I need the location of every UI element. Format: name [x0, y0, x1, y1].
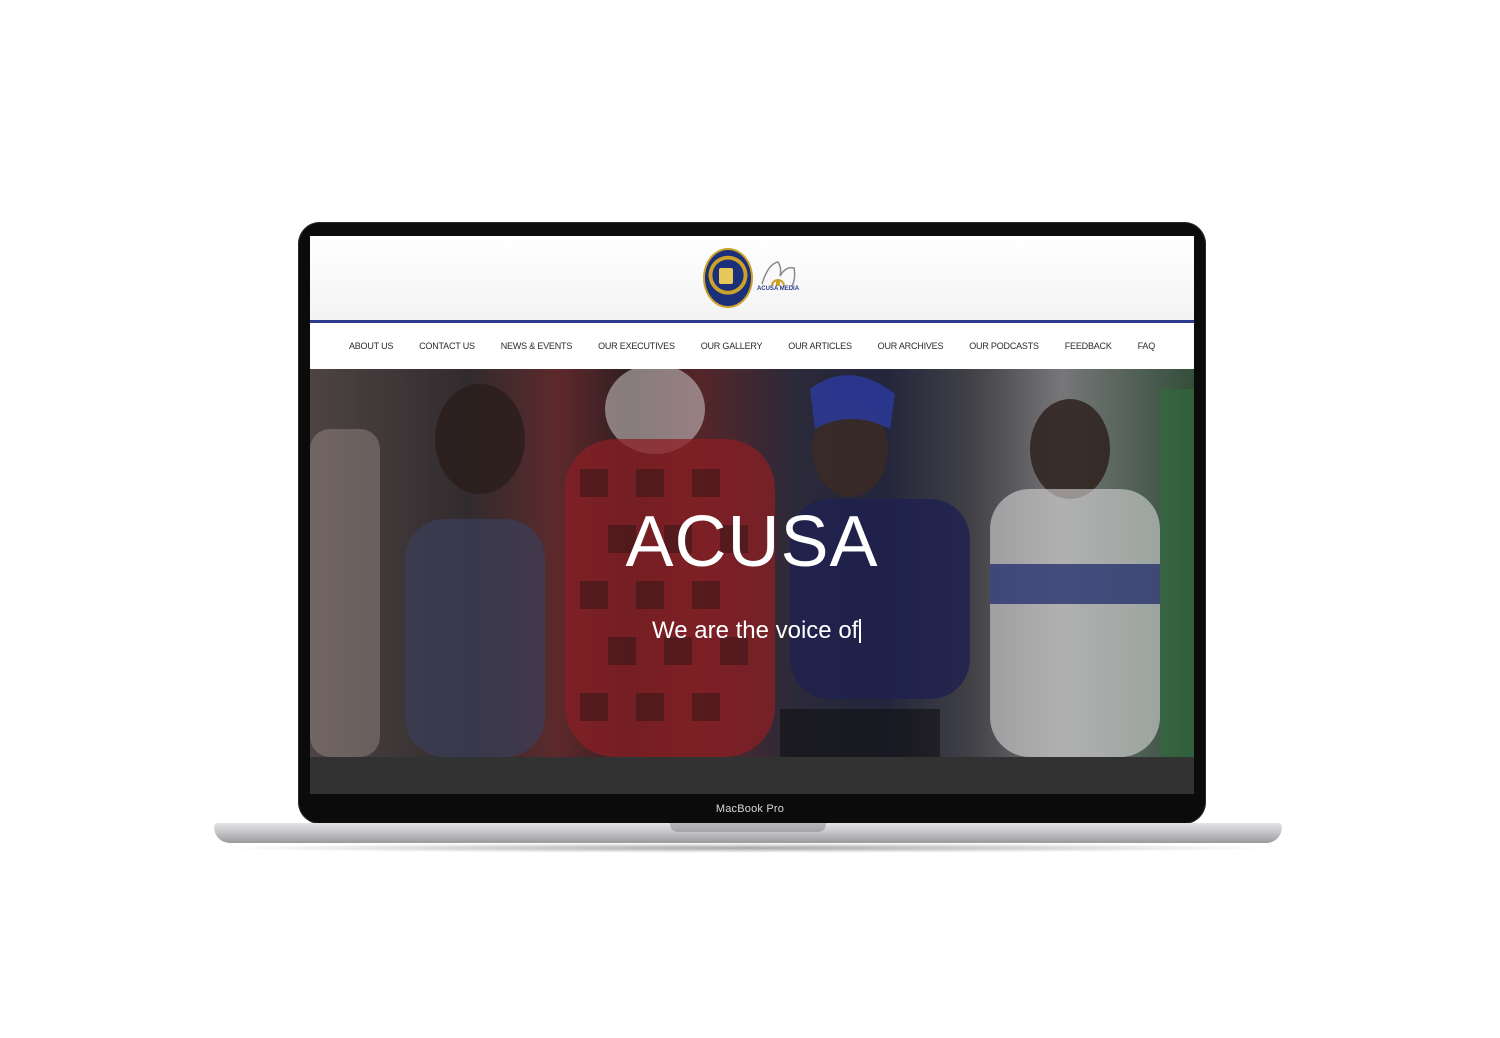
hero-title: ACUSA	[625, 502, 879, 582]
laptop-opening-notch	[670, 823, 826, 832]
browser-screen: ACUSA MEDIA ABOUT US CONTACT US NEWS & E…	[310, 236, 1194, 794]
nav-our-podcasts[interactable]: OUR PODCASTS	[969, 341, 1039, 351]
hero-subtitle: We are the voice of	[652, 617, 862, 645]
nav-about-us[interactable]: ABOUT US	[349, 341, 393, 351]
nav-our-archives[interactable]: OUR ARCHIVES	[878, 341, 944, 351]
acusa-seal-logo[interactable]	[703, 248, 753, 308]
content-strip	[310, 757, 1194, 794]
seal-emblem-icon	[719, 268, 733, 284]
nav-our-executives[interactable]: OUR EXECUTIVES	[598, 341, 675, 351]
media-logo-text: ACUSA MEDIA	[756, 286, 800, 292]
hero-subtitle-text: We are the voice of	[652, 617, 859, 644]
nav-our-articles[interactable]: OUR ARTICLES	[788, 341, 852, 351]
nav-news-events[interactable]: NEWS & EVENTS	[501, 341, 573, 351]
typing-cursor	[859, 619, 862, 643]
laptop-model-label: MacBook Pro	[715, 803, 785, 815]
nav-contact-us[interactable]: CONTACT US	[419, 341, 475, 351]
nav-feedback[interactable]: FEEDBACK	[1065, 341, 1112, 351]
nav-our-gallery[interactable]: OUR GALLERY	[701, 341, 763, 351]
laptop-shadow	[210, 843, 1286, 853]
nav-faq[interactable]: FAQ	[1138, 341, 1156, 351]
site-header: ACUSA MEDIA	[310, 236, 1194, 323]
hero-banner: ACUSA We are the voice of	[310, 369, 1194, 757]
main-nav: ABOUT US CONTACT US NEWS & EVENTS OUR EX…	[310, 323, 1194, 369]
